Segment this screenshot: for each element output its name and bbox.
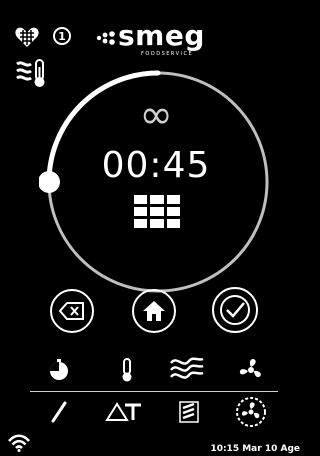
heart-chef-icon[interactable] [14,25,40,49]
infinity-icon: ∞ [139,92,173,138]
humidity-icon[interactable] [174,397,204,427]
home-icon [143,301,165,321]
home-button[interactable] [132,289,176,333]
notification-badge[interactable]: 1 [53,27,71,45]
backspace-icon [59,302,84,320]
keypad-icon[interactable] [134,195,180,228]
delta-t-icon[interactable] [104,397,144,427]
timer-icon[interactable] [44,355,74,385]
probe-icon[interactable] [44,397,74,427]
brand-dots-icon [96,30,118,46]
checkmark-icon [220,295,250,325]
fan-speed-icon[interactable] [234,395,268,429]
fan-icon[interactable] [236,355,266,385]
delete-button[interactable] [50,289,94,333]
toolbar-divider [30,391,278,392]
brand-subtitle: FOODSERVICE [141,51,194,57]
wifi-icon[interactable] [8,434,30,452]
confirm-button[interactable] [212,287,258,333]
thermometer-icon[interactable] [112,355,142,385]
timer-display: 00:45 [101,145,211,186]
status-datetime: 10:15 Mar 10 Age [210,444,300,454]
timer-knob [39,171,60,193]
steam-icon[interactable] [168,352,206,386]
brand-logo: smeg [118,19,205,52]
